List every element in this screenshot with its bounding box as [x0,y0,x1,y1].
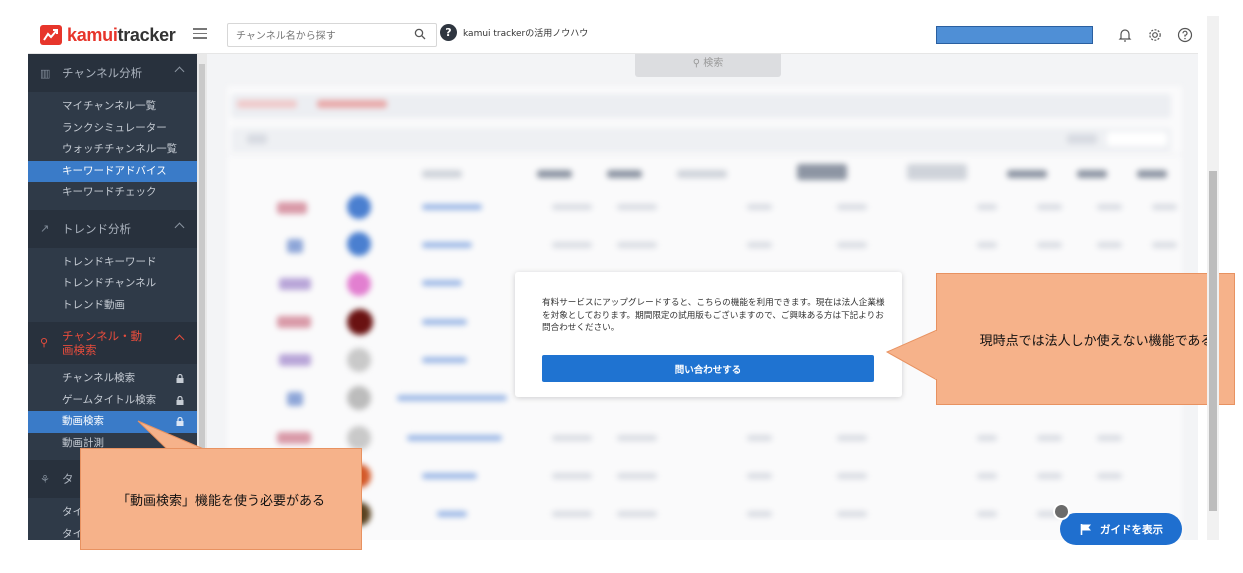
channel-search-input[interactable] [236,26,406,47]
top-header: kamuitracker ? kamui trackerの活用ノウハウ [28,16,1198,54]
account-field[interactable] [936,26,1093,44]
upgrade-message: 有料サービスにアップグレードすると、こちらの機能を利用できます。現在は法人企業様… [542,298,885,333]
sidebar-section-label: チャンネル・動画検索 [62,329,143,357]
sidebar-item-trend-keyword[interactable]: トレンドキーワード [28,252,197,274]
page-scrollbar-thumb[interactable] [1209,171,1217,511]
logo-icon [40,25,62,45]
usage-tips-link[interactable]: ? kamui trackerの活用ノウハウ [440,24,588,41]
search-icon[interactable] [414,28,426,40]
trend-icon: ↗ [40,222,50,235]
bell-icon[interactable] [1116,26,1134,44]
page-scrollbar[interactable] [1207,16,1219,540]
chevron-up-icon [174,66,185,77]
sidebar-item-trend-channel[interactable]: トレンドチャンネル [28,273,197,295]
annotation-left-text: 「動画検索」機能を使う必要がある [116,493,325,509]
search-button[interactable]: ⚲ 検索 [635,54,781,77]
sidebar-section-label: トレンド分析 [62,221,131,236]
usage-tips-text: kamui trackerの活用ノウハウ [463,29,589,39]
search-icon: ⚲ [692,58,701,69]
question-circle-icon[interactable] [1176,26,1194,44]
sidebar-section-channel-analysis[interactable]: ▥ チャンネル分析 [28,54,197,92]
show-guide-button[interactable]: ガイドを表示 [1060,513,1182,545]
help-icon: ? [440,24,457,41]
contact-button[interactable]: 問い合わせする [542,355,874,382]
lock-icon [176,374,184,383]
sidebar-item-game-title-search[interactable]: ゲームタイトル検索 [28,390,197,412]
sidebar-item-label: 動画検索 [62,415,104,427]
callout-right-seam [935,331,939,379]
search-button-label: 検索 [703,58,724,69]
chevron-up-icon [174,334,185,345]
menu-toggle-icon[interactable] [193,28,207,40]
sidebar-section-label: チャンネル分析 [62,66,143,80]
channel-search-box [227,23,437,47]
bar-chart-icon: ▥ [40,66,51,80]
sidebar-item-my-channels[interactable]: マイチャンネル一覧 [28,96,197,118]
sidebar-section-label: タ [62,472,74,486]
sidebar-item-trend-video[interactable]: トレンド動画 [28,295,197,317]
sidebar-item-channel-search[interactable]: チャンネル検索 [28,368,197,390]
sidebar-section-search[interactable]: ⚲ チャンネル・動画検索 [28,322,197,364]
sidebar-item-keyword-advice[interactable]: キーワードアドバイス [28,160,197,182]
sidebar-item-keyword-check[interactable]: キーワードチェック [28,182,197,204]
sidebar-item-label: チャンネル検索 [62,372,136,384]
app-root: kamuitracker ? kamui trackerの活用ノウハウ ▥ チャ… [0,0,1243,573]
annotation-callout-left: 「動画検索」機能を使う必要がある [80,448,362,550]
sidebar-scrollbar-thumb[interactable] [199,64,205,454]
person-icon: ⚘ [40,472,50,486]
logo-brand-text: kamui [67,24,118,45]
search-icon: ⚲ [40,336,49,349]
annotation-callout-right: 現時点では法人しか使えない機能である [936,273,1235,405]
gear-icon[interactable] [1146,26,1164,44]
lock-icon [176,395,184,405]
annotation-right-text: 現時点では法人しか使えない機能である [979,333,1214,349]
sidebar-item-watch-channels[interactable]: ウォッチチャンネル一覧 [28,139,197,161]
guide-close-icon[interactable] [1053,503,1070,520]
flag-icon [1080,524,1091,535]
chevron-up-icon [174,222,185,232]
sidebar-item-label: ゲームタイトル検索 [62,393,157,406]
upgrade-modal: 有料サービスにアップグレードすると、こちらの機能を利用できます。現在は法人企業様… [515,272,902,397]
logo-text: kamuitracker [67,24,176,46]
sidebar-section-trend-analysis[interactable]: ↗ トレンド分析 [28,209,197,248]
show-guide-label: ガイドを表示 [1100,523,1163,536]
callout-right-tail [886,330,938,381]
sidebar-item-rank-simulator[interactable]: ランクシミュレーター [28,118,197,140]
sidebar-item-label: 動画計測 [62,436,104,449]
logo-rest-text: tracker [117,24,176,45]
logo[interactable]: kamuitracker [40,24,176,46]
